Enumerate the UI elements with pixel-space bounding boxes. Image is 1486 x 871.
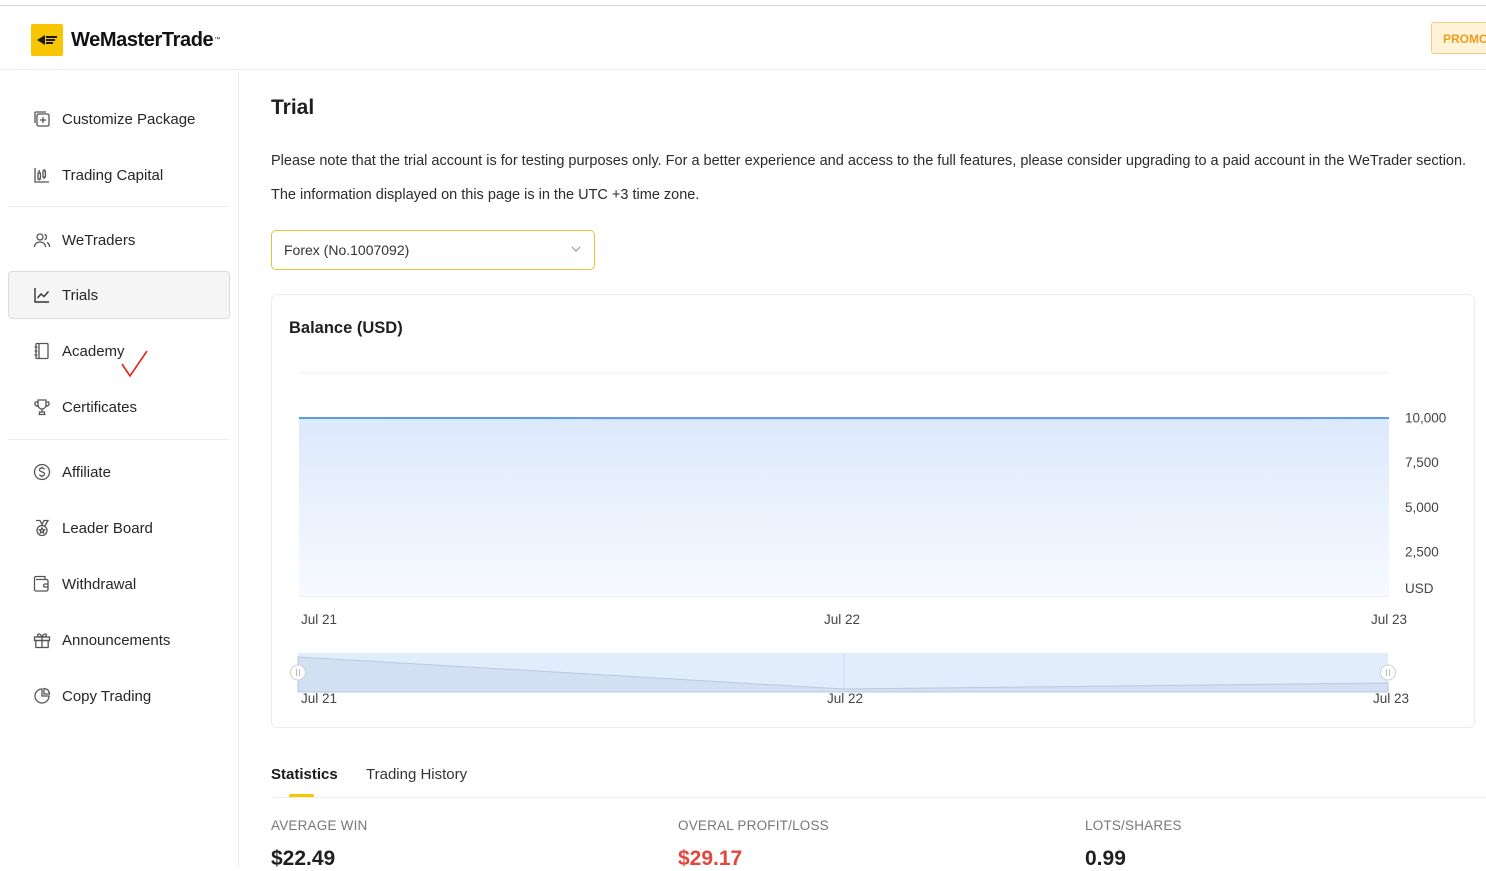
sidebar-item-label: WeTraders: [62, 232, 135, 249]
x-tick-label: Jul 22: [824, 612, 860, 627]
brush-handle-right: [1381, 665, 1396, 680]
brush-handle-left: [291, 665, 306, 680]
pie-chart-icon: [33, 687, 51, 705]
sidebar-item-copy-trading[interactable]: Copy Trading: [8, 672, 230, 720]
sidebar-item-label: Announcements: [62, 632, 170, 649]
sidebar-item-customize-package[interactable]: Customize Package: [8, 95, 230, 143]
sidebar-item-certificates[interactable]: Certificates: [8, 383, 230, 431]
x-tick-label: Jul 23: [1371, 612, 1407, 627]
stat-profit-loss-value: $29.17: [678, 847, 742, 871]
logo-mark-icon: [31, 24, 63, 56]
chevron-down-icon: [570, 243, 582, 255]
balance-area: [299, 418, 1389, 596]
sidebar-item-leader-board[interactable]: Leader Board: [8, 504, 230, 552]
capital-chart-icon: [33, 166, 51, 184]
main-content: Trial Please note that the trial account…: [240, 71, 1486, 867]
stat-lots-label: LOTS/SHARES: [1085, 818, 1182, 833]
checkmark-annotation-icon: [120, 349, 150, 379]
sidebar-item-label: Withdrawal: [62, 576, 136, 593]
account-select[interactable]: Forex (No.1007092): [271, 230, 595, 270]
tab-trading-history[interactable]: Trading History: [366, 766, 467, 783]
y-tick-label: 2,500: [1405, 544, 1439, 559]
brush-tick-label: Jul 23: [1373, 691, 1409, 706]
sidebar-item-academy[interactable]: Academy: [8, 327, 230, 375]
promo-button[interactable]: PROMO: [1431, 22, 1486, 54]
y-tick-label: 7,500: [1405, 455, 1439, 470]
sidebar-item-affiliate[interactable]: Affiliate: [8, 448, 230, 496]
sidebar-divider: [8, 439, 230, 440]
x-tick-label: Jul 21: [301, 612, 337, 627]
sidebar-item-wetraders[interactable]: WeTraders: [8, 216, 230, 264]
sidebar-item-label: Trials: [62, 287, 98, 304]
brush-tick-label: Jul 21: [301, 691, 337, 706]
sidebar-divider: [8, 206, 230, 207]
balance-chart: 10,000 7,500 5,000 2,500 USD Jul 21 Jul 22 Jul …: [272, 295, 1476, 729]
brand-name: WeMasterTrade: [71, 29, 213, 52]
line-chart-icon: [33, 286, 51, 304]
add-package-icon: [33, 110, 51, 128]
sidebar-item-label: Leader Board: [62, 520, 153, 537]
stat-lots-value: 0.99: [1085, 847, 1126, 871]
sidebar-item-label: Academy: [62, 343, 125, 360]
trophy-icon: [33, 398, 51, 416]
wallet-icon: [33, 575, 51, 593]
tab-statistics[interactable]: Statistics: [271, 766, 338, 783]
stat-profit-loss-label: OVERAL PROFIT/LOSS: [678, 818, 829, 833]
sidebar: Customize Package Trading Capital WeTrad…: [0, 71, 239, 867]
medal-icon: [33, 519, 51, 537]
sidebar-item-label: Trading Capital: [62, 167, 163, 184]
page-title: Trial: [271, 96, 314, 120]
tabs-divider: [271, 797, 1486, 798]
brand-logo[interactable]: WeMasterTrade™: [31, 24, 220, 56]
book-icon: [33, 342, 51, 360]
sidebar-item-label: Copy Trading: [62, 688, 151, 705]
stat-average-win-label: AVERAGE WIN: [271, 818, 367, 833]
y-unit-label: USD: [1405, 581, 1434, 596]
sidebar-item-withdrawal[interactable]: Withdrawal: [8, 560, 230, 608]
sidebar-item-label: Certificates: [62, 399, 137, 416]
sidebar-item-trials[interactable]: Trials: [8, 271, 230, 319]
timezone-note: The information displayed on this page i…: [271, 187, 699, 203]
y-tick-label: 10,000: [1405, 411, 1446, 426]
dollar-circle-icon: [33, 463, 51, 481]
sidebar-item-announcements[interactable]: Announcements: [8, 616, 230, 664]
sidebar-item-label: Affiliate: [62, 464, 111, 481]
brush-tick-label: Jul 22: [827, 691, 863, 706]
balance-card: Balance (USD) 10,0007,5005,0002,500USDJu…: [271, 294, 1475, 728]
app-header: WeMasterTrade™ PROMO: [0, 6, 1486, 70]
y-tick-label: 5,000: [1405, 500, 1439, 515]
gift-icon: [33, 631, 51, 649]
account-select-value: Forex (No.1007092): [284, 242, 409, 258]
sidebar-item-label: Customize Package: [62, 111, 195, 128]
trial-note: Please note that the trial account is fo…: [271, 153, 1466, 169]
stat-average-win-value: $22.49: [271, 847, 335, 871]
sidebar-item-trading-capital[interactable]: Trading Capital: [8, 151, 230, 199]
users-icon: [33, 231, 51, 249]
